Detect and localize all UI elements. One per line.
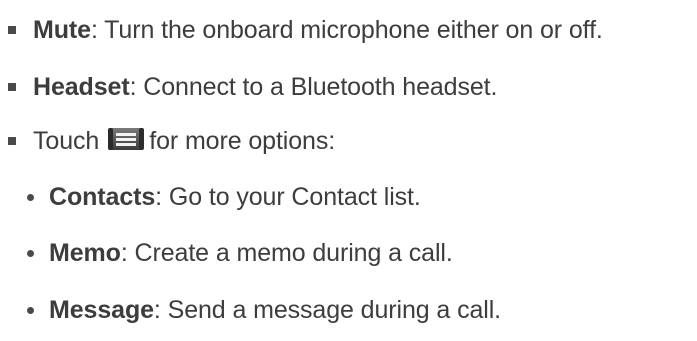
document-body: Mute : Turn the onboard microphone eithe… [0,0,697,341]
list-item-headset: Headset : Connect to a Bluetooth headset… [8,67,497,107]
dot-bullet [27,249,34,257]
sub-item-message: Message : Send a message during a call. [27,290,501,330]
term-headset: Headset [33,72,130,101]
sub-item-contacts: Contacts : Go to your Contact list. [27,177,421,217]
dot-bullet [27,193,34,201]
term-contacts: Contacts [49,182,156,211]
desc-message: : Send a message during a call. [153,295,502,324]
list-item-mute: Mute : Turn the onboard microphone eithe… [8,10,603,50]
desc-memo: : Create a memo during a call. [120,238,453,267]
square-bullet [8,83,16,91]
touch-text: Touch [33,126,100,155]
square-bullet [8,137,16,145]
desc-headset: : Connect to a Bluetooth headset. [129,72,498,101]
more-options-text: for more options: [149,126,336,155]
desc-contacts: : Go to your Contact list. [155,182,421,211]
sub-item-memo: Memo : Create a memo during a call. [27,233,453,273]
term-message: Message [49,295,154,324]
term-mute: Mute [33,15,91,44]
square-bullet [8,26,16,34]
dot-bullet [27,306,34,314]
menu-key-icon [107,126,145,152]
desc-mute: : Turn the onboard microphone either on … [90,15,603,44]
term-memo: Memo [49,238,121,267]
list-item-touch-options: Touch for more options: [8,121,335,161]
